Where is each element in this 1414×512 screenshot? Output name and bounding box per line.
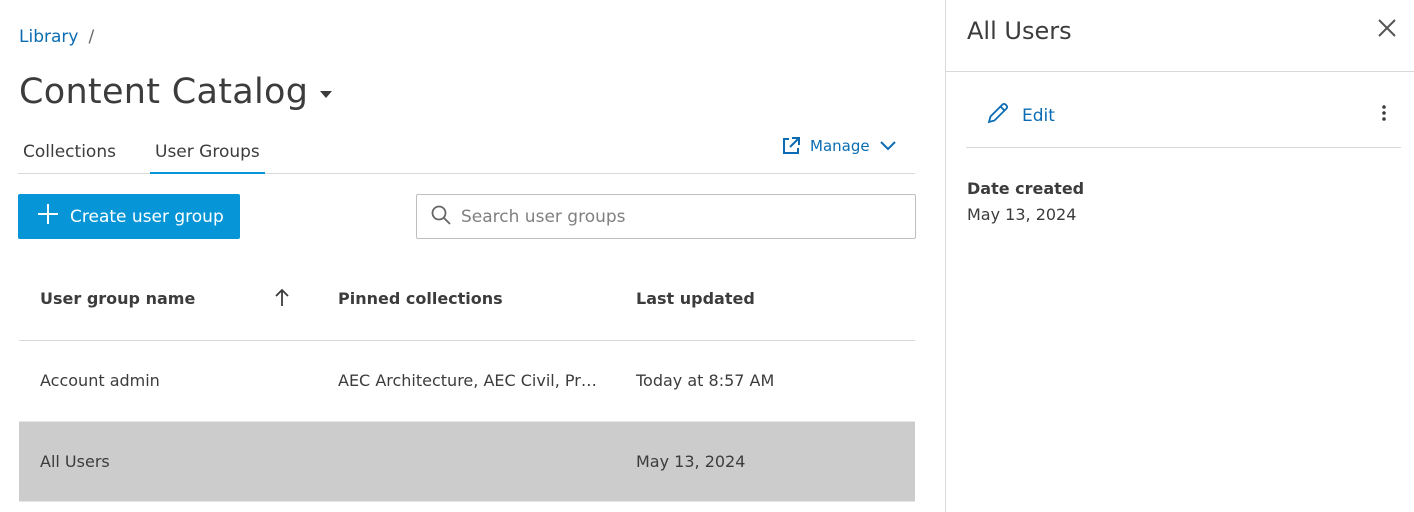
table-row[interactable]: All Users May 13, 2024 <box>19 422 915 502</box>
cell-pinned-collections: AEC Architecture, AEC Civil, Pr… <box>338 371 597 390</box>
caret-down-icon <box>320 90 333 98</box>
page-title: Content Catalog <box>19 72 309 112</box>
tab-collections[interactable]: Collections <box>18 142 121 174</box>
close-icon[interactable] <box>1376 17 1398 39</box>
plus-icon <box>38 204 58 229</box>
table-row[interactable]: Account admin AEC Architecture, AEC Civi… <box>19 341 915 422</box>
cell-last-updated: May 13, 2024 <box>636 452 746 471</box>
search-icon <box>431 205 451 229</box>
edit-button[interactable]: Edit <box>986 101 1055 130</box>
cell-group-name: All Users <box>40 452 110 471</box>
panel-title: All Users <box>967 17 1072 45</box>
breadcrumb: Library / <box>19 27 94 47</box>
cell-group-name: Account admin <box>40 371 160 390</box>
chevron-down-icon <box>879 141 896 151</box>
more-vertical-icon[interactable] <box>1381 104 1387 126</box>
breadcrumb-library-link[interactable]: Library <box>19 27 78 47</box>
date-created-label: Date created <box>967 179 1085 198</box>
cell-last-updated: Today at 8:57 AM <box>636 371 775 390</box>
panel-actions: Edit <box>966 72 1401 148</box>
create-user-group-label: Create user group <box>70 206 224 227</box>
search-input[interactable] <box>461 206 901 227</box>
breadcrumb-separator: / <box>88 27 95 47</box>
catalog-selector[interactable]: Content Catalog <box>19 72 333 112</box>
tab-user-groups[interactable]: User Groups <box>150 142 265 174</box>
sort-arrow-up-icon[interactable] <box>275 288 289 310</box>
column-header-pinned[interactable]: Pinned collections <box>338 289 503 308</box>
pencil-icon <box>986 101 1010 130</box>
panel-header: All Users <box>946 0 1414 72</box>
manage-label: Manage <box>810 137 870 155</box>
edit-label: Edit <box>1022 105 1055 126</box>
column-header-name[interactable]: User group name <box>40 289 195 308</box>
main-content: Library / Content Catalog Collections Us… <box>0 0 945 512</box>
external-link-icon <box>782 137 800 155</box>
tab-bar: Collections User Groups <box>18 133 915 174</box>
date-created-value: May 13, 2024 <box>967 205 1077 224</box>
search-box <box>416 194 916 239</box>
table-header: User group name Pinned collections Last … <box>19 258 915 341</box>
manage-dropdown[interactable]: Manage <box>782 137 896 155</box>
details-panel: All Users Edit Date created May 13, 2024 <box>945 0 1414 512</box>
column-header-updated[interactable]: Last updated <box>636 289 755 308</box>
user-groups-table: User group name Pinned collections Last … <box>19 258 915 502</box>
create-user-group-button[interactable]: Create user group <box>18 194 240 239</box>
